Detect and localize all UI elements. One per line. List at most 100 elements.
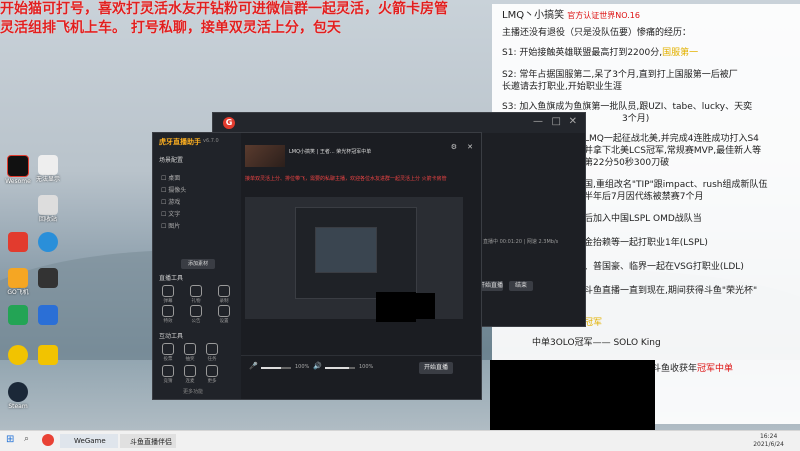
bio-line: 第22分50秒300刀破: [584, 158, 670, 168]
version: v6.7.0: [203, 138, 219, 144]
clock[interactable]: 16:24 2021/6/24: [753, 433, 784, 449]
scene-item[interactable]: ☐ 文字: [161, 209, 180, 218]
tool-gift[interactable]: 礼物: [187, 285, 205, 304]
window-titlebar[interactable]: G — □ ✕: [213, 113, 585, 133]
tool-guess[interactable]: 竞猜: [159, 365, 177, 384]
desktop-icon-go[interactable]: GO飞机: [2, 268, 34, 296]
scene-item[interactable]: ☐ 图片: [161, 221, 180, 230]
computer-icon: [38, 305, 58, 325]
avatar: [245, 145, 285, 167]
wegame-icon: [7, 155, 29, 177]
badge: 官方认证世界NO.16: [567, 11, 640, 20]
start-live-button[interactable]: 开始直播: [419, 362, 453, 374]
steam-icon: [8, 382, 28, 402]
edge-icon: [38, 232, 58, 252]
lottery-icon: [184, 343, 196, 355]
recycle-bin-icon: [38, 195, 58, 215]
desktop-icon-edge[interactable]: [32, 232, 64, 252]
scene-item[interactable]: ☐ 摄像头: [161, 185, 186, 194]
black-block: [490, 360, 655, 430]
microphone-icon[interactable]: 🎤: [249, 362, 258, 370]
desktop-icon-wechat[interactable]: [2, 305, 34, 325]
desktop-icon-yellow[interactable]: [2, 345, 34, 365]
character-icon: [38, 345, 58, 365]
effect-icon: [162, 305, 174, 317]
tool-settings[interactable]: 设置: [215, 305, 233, 324]
taskbar: ⊞ ⌕ WeGame 斗鱼直播伴侣 16:24 2021/6/24: [0, 430, 800, 451]
start-live-button[interactable]: 开始直播: [479, 281, 503, 291]
tool-link[interactable]: 连麦: [181, 365, 199, 384]
more-icon: [206, 365, 218, 377]
tool-notice[interactable]: 公告: [187, 305, 205, 324]
desktop: Wesome 无法显示 回收站 GO飞机 Steam LMQ丶小搞笑 官方认证世…: [0, 0, 800, 430]
bio-s1-highlight: 国服第一: [662, 48, 699, 58]
tools-header: 直播工具: [159, 275, 184, 282]
room-title: LMQ小搞笑 | 王者... 荣光杯冠军中单: [289, 149, 372, 155]
task-icon: [206, 343, 218, 355]
bio-s2a: S2: 常年占据国服第二,呆了3个月,直到打上国服第一后被厂: [502, 70, 738, 80]
bio-line: 金抬赖等一起打职业1年(LSPL): [584, 238, 708, 248]
close-icon[interactable]: ✕: [569, 116, 577, 127]
desktop-icon-wegame[interactable]: Wesome: [2, 155, 34, 185]
stream-status: 直播中 00:01:20 | 网速 2.3Mb/s: [483, 239, 559, 245]
bio-line: 半年后7月因代练被禁赛7个月: [584, 192, 704, 202]
scene-item[interactable]: ☐ 桌面: [161, 173, 180, 182]
wegame-logo-icon: G: [223, 117, 235, 129]
record-icon: [218, 285, 230, 297]
desktop-icon-app[interactable]: [2, 232, 34, 252]
room-header: LMQ小搞笑 | 王者... 荣光杯冠军中单 ⚙ ✕: [241, 133, 481, 171]
taskbar-item-douyu[interactable]: 斗鱼直播伴侣: [120, 434, 176, 448]
end-button[interactable]: 结束: [509, 281, 533, 291]
desktop-icon-recycle-bin[interactable]: 回收站: [32, 195, 64, 223]
desktop-icon-file[interactable]: 无法显示: [32, 155, 64, 183]
notice-icon: [190, 305, 202, 317]
nested-window: [315, 227, 377, 273]
add-material-button[interactable]: 添加素材: [181, 259, 215, 269]
speaker-volume-slider[interactable]: [325, 367, 355, 369]
tool-record[interactable]: 录制: [215, 285, 233, 304]
announcement-line: 开始猫可打号，喜欢打灵活水友开钻粉可进微信群一起灵活，火箭卡房管: [0, 1, 448, 17]
tools2-header: 互动工具: [159, 333, 184, 340]
desktop-icon-yellow2[interactable]: [32, 345, 64, 365]
tool-task[interactable]: 任务: [203, 343, 221, 362]
more-functions-link[interactable]: 更多功能: [183, 388, 203, 395]
room-caption: 接单双灵活上分、排位带飞，需要的私聊主播，欢迎各位水友进群一起灵活上分 火箭卡房…: [245, 176, 447, 182]
windows-start-icon[interactable]: ⊞: [6, 434, 14, 448]
speaker-icon[interactable]: 🔊: [313, 362, 322, 370]
bio-line: 中单3OLO冠军—— SOLO King: [532, 338, 661, 348]
search-icon[interactable]: ⌕: [24, 434, 29, 448]
vote-icon: [162, 343, 174, 355]
mic-volume-slider[interactable]: [261, 367, 291, 369]
brand-name: 虎牙直播助手: [159, 138, 201, 146]
live-assistant-window[interactable]: 虎牙直播助手 v6.7.0 场景配置 ☐ 桌面 ☐ 摄像头 ☐ 游戏 ☐ 文字 …: [152, 132, 482, 400]
bio-line: 、普国豪、临界一起在VSG打职业(LDL): [584, 262, 744, 272]
scene-item[interactable]: ☐ 游戏: [161, 197, 180, 206]
black-block: [376, 292, 416, 322]
bio-s3b: 3个月): [622, 114, 650, 124]
close-icon[interactable]: ✕: [467, 143, 473, 151]
bio-intro: 主播还没有退役（只是没队伍要）惨痛的经历：: [502, 28, 692, 38]
bio-s2b: 长邀请去打职业,开始职业生涯: [502, 82, 622, 92]
stream-preview[interactable]: [245, 197, 463, 319]
desktop-icon-game[interactable]: [32, 268, 64, 288]
tool-lottery[interactable]: 抽奖: [181, 343, 199, 362]
gear-icon: [218, 305, 230, 317]
settings-icon[interactable]: ⚙: [451, 143, 457, 151]
tool-more[interactable]: 更多: [203, 365, 221, 384]
tool-danmu[interactable]: 弹幕: [159, 285, 177, 304]
tool-effect[interactable]: 特效: [159, 305, 177, 324]
bio-line: 冠军: [584, 318, 603, 328]
scene-header: 场景配置: [159, 157, 184, 164]
maximize-icon[interactable]: □: [552, 116, 561, 127]
taskbar-item-wegame[interactable]: WeGame: [60, 434, 118, 448]
desktop-icon-steam[interactable]: Steam: [2, 382, 34, 410]
gift-icon: [190, 285, 202, 297]
minimize-icon[interactable]: —: [533, 116, 543, 127]
tool-vote[interactable]: 投票: [159, 343, 177, 362]
main-panel: LMQ小搞笑 | 王者... 荣光杯冠军中单 ⚙ ✕ 接单双灵活上分、排位带飞，…: [241, 133, 481, 399]
desktop-icon-computer[interactable]: [32, 305, 64, 325]
bio-line: 国,重组改名"TIP"跟impact、rush组成新队伍: [584, 180, 768, 190]
bio-line: 斗鱼收获年: [652, 364, 698, 374]
go-icon: [8, 268, 28, 288]
chrome-icon[interactable]: [42, 434, 54, 446]
